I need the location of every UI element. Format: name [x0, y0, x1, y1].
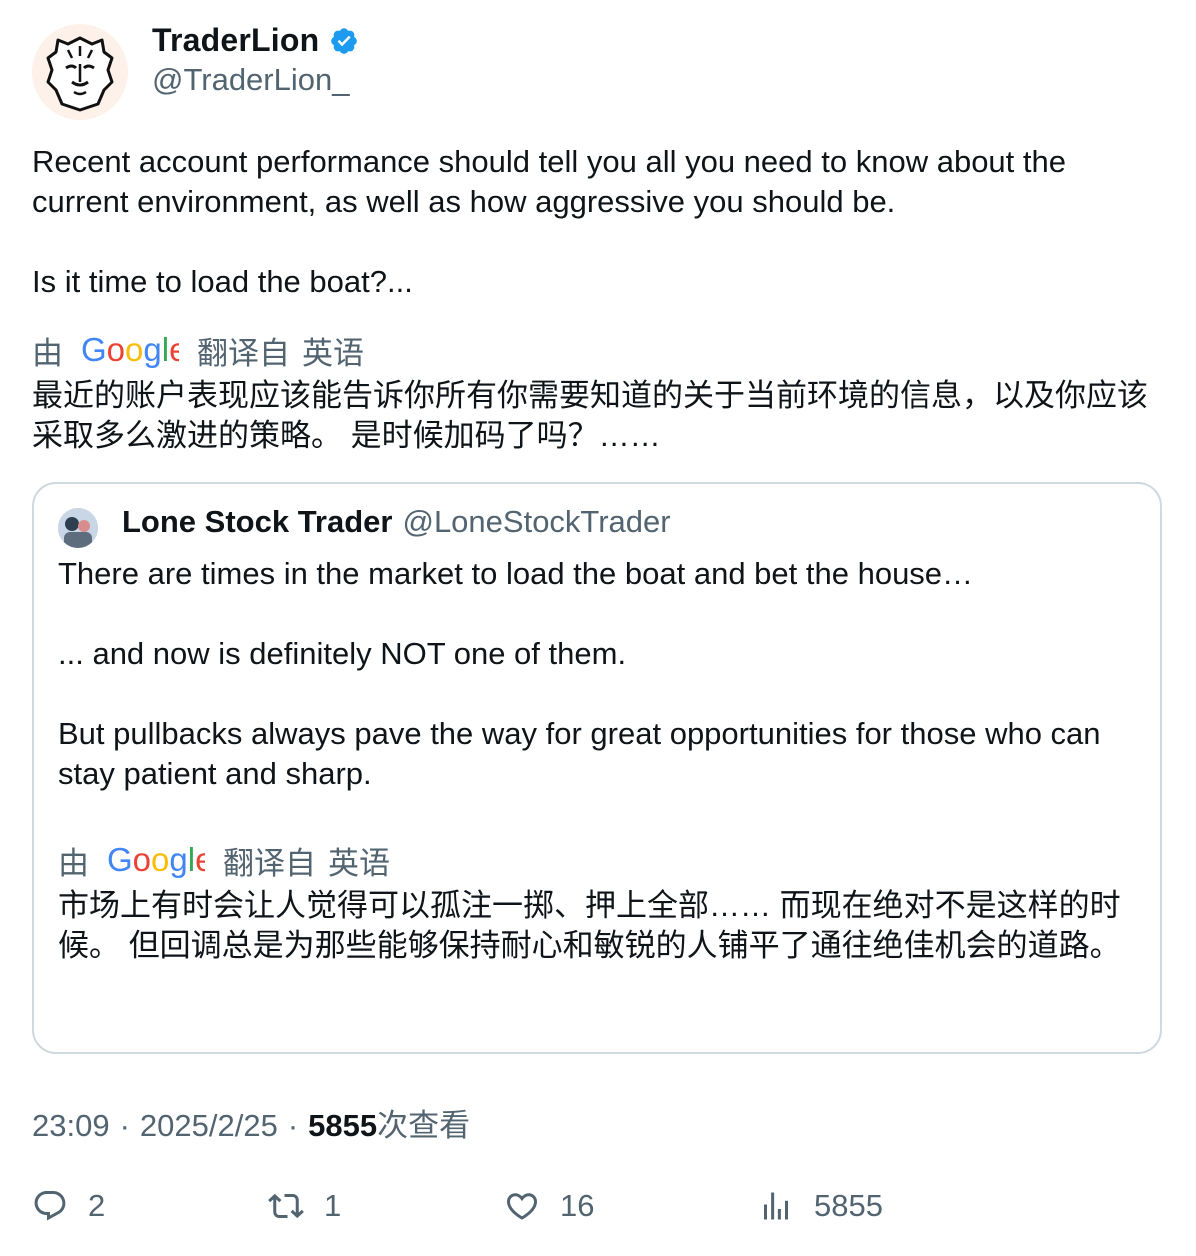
tweet-time[interactable]: 23:09: [32, 1108, 110, 1144]
views-chart-icon: [764, 1192, 788, 1220]
meta-separator: ·: [119, 1108, 130, 1143]
verified-badge-icon: [331, 27, 358, 54]
tweet-meta: 23:09 · 2025/2/25 · 5855 次查看: [32, 1100, 470, 1145]
author-handle[interactable]: @TraderLion_: [152, 62, 349, 98]
action-bar: 2 1 16 5855: [32, 1188, 1164, 1232]
lion-logo-icon: [46, 36, 114, 112]
meta-separator: ·: [287, 1108, 299, 1143]
author-display-name[interactable]: TraderLion: [152, 22, 319, 59]
quoted-author-avatar[interactable]: [58, 508, 98, 548]
quoted-translation-prefix: 由: [58, 846, 89, 881]
quoted-translation-language: 英语: [328, 846, 390, 881]
author-name-row[interactable]: TraderLion: [152, 22, 359, 59]
retweet-button[interactable]: 1: [268, 1188, 341, 1224]
quoted-handle[interactable]: @LoneStockTrader: [402, 504, 670, 540]
quoted-author-row[interactable]: Lone Stock Trader @LoneStockTrader: [122, 504, 671, 540]
quoted-tweet-translation: 市场上有时会让人觉得可以孤注一掷、押上全部…… 而现在绝对不是这样的时候。 但回…: [58, 888, 1121, 963]
author-avatar[interactable]: [32, 24, 128, 120]
translation-language: 英语: [302, 336, 364, 371]
avatar-photo-icon: [58, 508, 98, 548]
tweet-text: Recent account performance should tell y…: [32, 144, 1066, 299]
quoted-tweet-card[interactable]: Lone Stock Trader @LoneStockTrader There…: [32, 482, 1162, 1054]
google-logo-icon: Google: [81, 334, 179, 368]
translation-suffix: 翻译自: [197, 336, 290, 371]
views-label: 次查看: [377, 1108, 471, 1143]
like-count: 16: [560, 1188, 595, 1223]
views-total: 5855: [814, 1188, 883, 1223]
svg-text:Google: Google: [107, 844, 205, 878]
svg-text:Google: Google: [81, 334, 179, 368]
views-count: 5855: [308, 1108, 378, 1143]
reply-count: 2: [88, 1188, 106, 1223]
like-button[interactable]: 16: [504, 1188, 594, 1224]
translation-prefix: 由: [32, 336, 63, 371]
retweet-count: 1: [324, 1188, 342, 1223]
retweet-icon: [268, 1193, 304, 1219]
quoted-translation-suffix: 翻译自: [223, 846, 316, 881]
translation-attribution: 由 Google 翻译自 英语: [32, 328, 364, 373]
reply-button[interactable]: 2: [32, 1188, 105, 1224]
quoted-display-name[interactable]: Lone Stock Trader: [122, 504, 392, 540]
google-logo-icon: Google: [107, 844, 205, 878]
quoted-translation-attribution: 由 Google 翻译自 英语: [58, 838, 390, 883]
heart-icon: [506, 1193, 538, 1220]
tweet-translation: 最近的账户表现应该能告诉你所有你需要知道的关于当前环境的信息，以及你应该采取多么…: [32, 378, 1148, 453]
views-button[interactable]: 5855: [758, 1188, 883, 1224]
tweet-date[interactable]: 2025/2/25: [140, 1108, 278, 1144]
quoted-tweet-text: There are times in the market to load th…: [58, 556, 1101, 791]
reply-icon: [34, 1191, 66, 1221]
